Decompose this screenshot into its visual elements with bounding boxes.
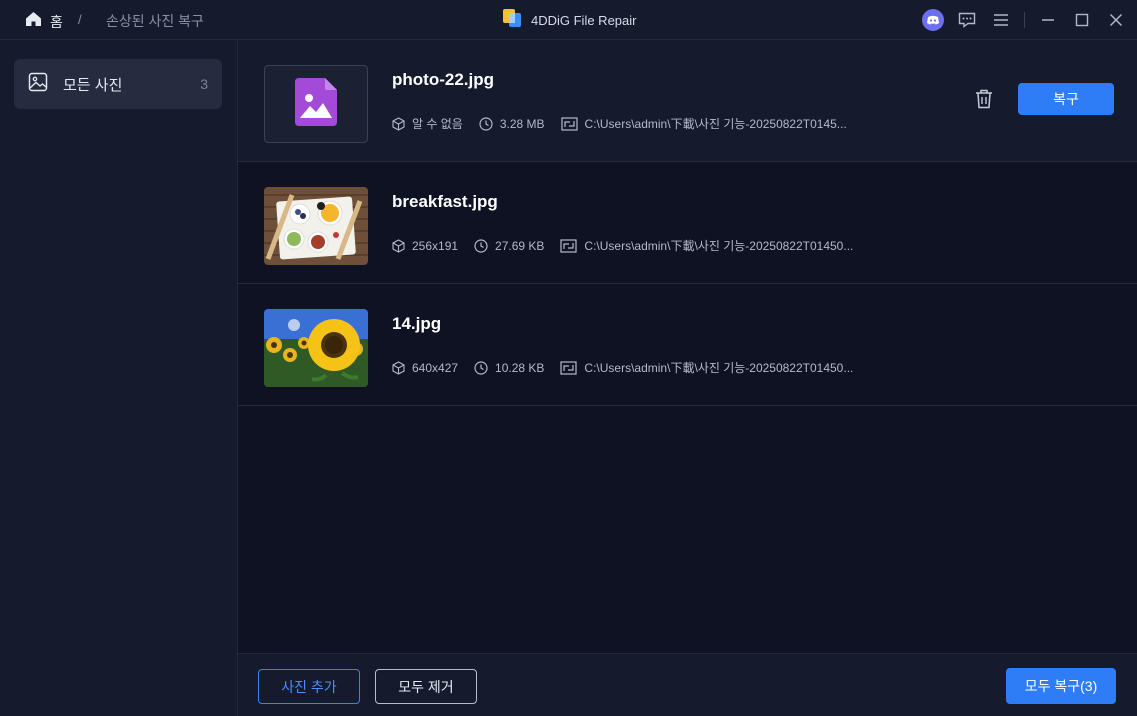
resolution-meta: 640x427 bbox=[392, 361, 458, 375]
path-text: C:\Users\admin\下載\사진 기능-20250822T01450..… bbox=[584, 361, 854, 375]
footer-bar: 사진 추가 모두 제거 모두 복구(3) bbox=[238, 653, 1137, 716]
sidebar-item-count: 3 bbox=[200, 76, 208, 92]
close-icon[interactable] bbox=[1099, 0, 1133, 40]
resolution-text: 256x191 bbox=[412, 238, 459, 253]
cube-icon bbox=[392, 360, 405, 375]
sidebar: 모든 사진 3 bbox=[0, 40, 238, 716]
image-file-icon bbox=[295, 77, 337, 131]
feedback-icon[interactable] bbox=[950, 0, 984, 40]
thumbnail-breakfast bbox=[264, 187, 368, 265]
path-meta: C:\Users\admin\下載\사진 기능-20250822T01450..… bbox=[560, 237, 853, 254]
resolution-text: 알 수 없음 bbox=[412, 117, 463, 131]
recover-all-button[interactable]: 모두 복구(3) bbox=[1006, 668, 1116, 704]
resolution-text: 640x427 bbox=[412, 360, 459, 375]
discord-icon[interactable] bbox=[916, 0, 950, 40]
list-item[interactable]: 14.jpg 640x427 10.28 KB C:\Users\admin\下… bbox=[238, 284, 1137, 406]
image-icon bbox=[28, 72, 48, 97]
menu-icon[interactable] bbox=[984, 0, 1018, 40]
file-name: 14.jpg bbox=[392, 314, 442, 333]
breadcrumb-current: 손상된 사진 복구 bbox=[106, 13, 204, 29]
recover-button[interactable]: 복구 bbox=[1018, 83, 1114, 115]
delete-button[interactable] bbox=[975, 89, 993, 114]
app-name: 4DDiG File Repair bbox=[531, 13, 637, 28]
file-name: breakfast.jpg bbox=[392, 192, 498, 211]
cube-icon bbox=[392, 116, 405, 131]
size-meta: 10.28 KB bbox=[474, 361, 544, 375]
app-title: 4DDiG File Repair bbox=[502, 8, 636, 33]
photo-list: photo-22.jpg 알 수 없음 3.28 MB C:\Users\adm… bbox=[238, 40, 1137, 653]
remove-all-button[interactable]: 모두 제거 bbox=[375, 669, 477, 704]
add-photo-button[interactable]: 사진 추가 bbox=[258, 669, 360, 704]
folder-path-icon bbox=[560, 116, 578, 131]
folder-path-icon bbox=[560, 360, 578, 375]
breadcrumb-separator: / bbox=[78, 12, 82, 27]
size-meta: 3.28 MB bbox=[479, 117, 545, 131]
home-icon bbox=[25, 11, 42, 32]
title-bar: 홈 / 손상된 사진 복구 4DDiG File Repair bbox=[0, 0, 1137, 40]
path-meta: C:\Users\admin\下載\사진 기능-20250822T01450..… bbox=[560, 359, 853, 376]
file-meta: 256x191 27.69 KB C:\Users\admin\下載\사진 기능… bbox=[392, 237, 869, 254]
sidebar-item-label: 모든 사진 bbox=[63, 76, 123, 94]
cube-icon bbox=[392, 238, 405, 253]
thumbnail-sunflower bbox=[264, 309, 368, 387]
trash-icon bbox=[976, 89, 992, 109]
home-label: 홈 bbox=[50, 13, 63, 30]
folder-path-icon bbox=[560, 238, 578, 253]
clock-icon bbox=[474, 360, 488, 375]
minimize-icon[interactable] bbox=[1031, 0, 1065, 40]
path-text: C:\Users\admin\下載\사진 기능-20250822T01450..… bbox=[584, 239, 854, 253]
resolution-meta: 알 수 없음 bbox=[392, 115, 463, 132]
window-controls bbox=[916, 0, 1137, 40]
size-text: 10.28 KB bbox=[495, 360, 545, 375]
clock-icon bbox=[474, 238, 488, 253]
size-text: 3.28 MB bbox=[499, 116, 545, 131]
size-meta: 27.69 KB bbox=[474, 239, 544, 253]
divider bbox=[1024, 12, 1025, 28]
list-item[interactable]: breakfast.jpg 256x191 27.69 KB C:\Users\… bbox=[238, 162, 1137, 284]
sidebar-item-all-photos[interactable]: 모든 사진 3 bbox=[14, 59, 222, 109]
path-meta: C:\Users\admin\下載\사진 기능-20250822T0145... bbox=[560, 115, 847, 132]
file-name: photo-22.jpg bbox=[392, 70, 494, 89]
file-meta: 640x427 10.28 KB C:\Users\admin\下載\사진 기능… bbox=[392, 359, 869, 376]
app-logo-icon bbox=[502, 8, 522, 33]
home-button[interactable]: 홈 bbox=[25, 11, 63, 32]
thumbnail-placeholder bbox=[264, 65, 368, 143]
size-text: 27.69 KB bbox=[495, 238, 545, 253]
list-item[interactable]: photo-22.jpg 알 수 없음 3.28 MB C:\Users\adm… bbox=[238, 40, 1137, 162]
file-meta: 알 수 없음 3.28 MB C:\Users\admin\下載\사진 기능-2… bbox=[392, 115, 863, 132]
maximize-icon[interactable] bbox=[1065, 0, 1099, 40]
path-text: C:\Users\admin\下載\사진 기능-20250822T0145... bbox=[584, 117, 847, 131]
resolution-meta: 256x191 bbox=[392, 239, 458, 253]
clock-icon bbox=[479, 116, 493, 131]
